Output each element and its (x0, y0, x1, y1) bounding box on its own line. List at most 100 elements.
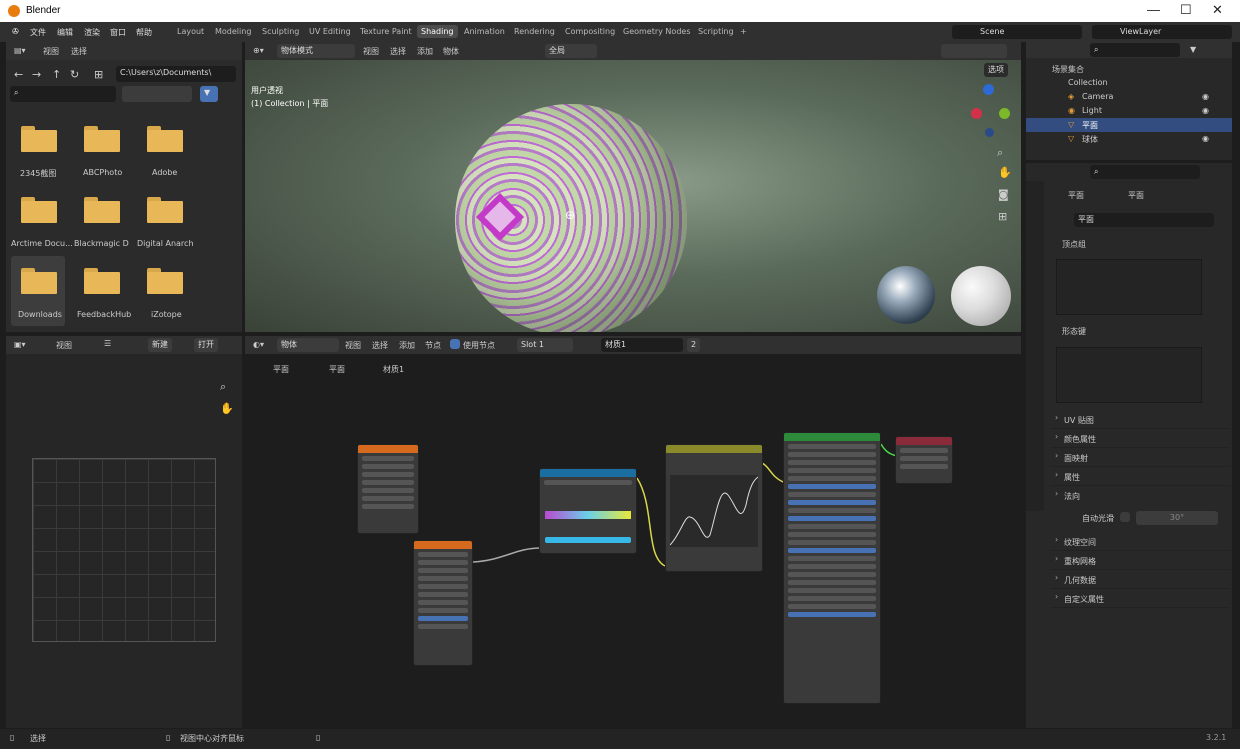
hand-pan-icon[interactable]: ✋ (220, 402, 234, 415)
rgb-curve-graph[interactable] (670, 475, 758, 547)
panel-face-maps[interactable]: 面映射 (1050, 449, 1230, 467)
menu-window[interactable]: 窗口 (110, 27, 126, 38)
vertex-groups-list[interactable] (1056, 259, 1202, 315)
gizmo-x-axis[interactable] (971, 108, 982, 119)
ortho-grid-icon[interactable]: ⊞ (998, 210, 1007, 223)
outliner-item-plane[interactable]: 平面 (1082, 120, 1098, 131)
tab-rendering[interactable]: Rendering (514, 27, 555, 36)
viewport-object-menu[interactable]: 物体 (443, 46, 459, 57)
navigation-gizmo[interactable] (961, 82, 1017, 138)
image-open-button[interactable]: 打开 (194, 338, 218, 352)
folder-icon[interactable] (21, 268, 57, 294)
panel-normals[interactable]: 法向 (1050, 487, 1230, 505)
image-view-menu[interactable]: 视图 (56, 340, 72, 351)
tab-texture-paint[interactable]: Texture Paint (360, 27, 412, 36)
panel-attributes[interactable]: 属性 (1050, 468, 1230, 486)
viewlayer-selector[interactable]: ViewLayer (1092, 25, 1232, 39)
path-field[interactable]: C:\Users\z\Documents\ (116, 66, 236, 82)
panel-remesh[interactable]: 重构网格 (1050, 552, 1230, 570)
mode-dropdown[interactable]: 物体模式 (277, 44, 355, 58)
filter-icon[interactable]: ▼ (1190, 45, 1196, 54)
tab-uv-editing[interactable]: UV Editing (309, 27, 351, 36)
scene-selector[interactable]: Scene (952, 25, 1082, 39)
transform-orientation[interactable]: 全局 (545, 44, 597, 58)
folder-icon[interactable] (84, 268, 120, 294)
panel-geometry-data[interactable]: 几何数据 (1050, 571, 1230, 589)
visibility-eye-icon[interactable]: ◉ (1202, 106, 1209, 115)
tab-layout[interactable]: Layout (177, 27, 204, 36)
folder-icon[interactable] (147, 268, 183, 294)
forward-icon[interactable]: → (32, 68, 41, 81)
tab-sculpting[interactable]: Sculpting (262, 27, 299, 36)
panel-uv-maps[interactable]: UV 贴图 (1050, 411, 1230, 429)
folder-icon[interactable] (147, 126, 183, 152)
tab-geometry-nodes[interactable]: Geometry Nodes (623, 27, 690, 36)
panel-texture-space[interactable]: 纹理空间 (1050, 533, 1230, 551)
shape-keys-header[interactable]: 形态键 (1062, 326, 1086, 337)
zoom-icon[interactable]: ⌕ (220, 380, 226, 394)
menu-hamburger-icon[interactable]: ☰ (104, 339, 111, 348)
viewport-options-button[interactable]: 选项 (984, 63, 1008, 77)
file-search-input[interactable]: ⌕ (10, 86, 116, 102)
visibility-eye-icon[interactable]: ◉ (1202, 134, 1209, 143)
editor-type-icon[interactable]: ⊕▾ (253, 46, 264, 55)
color-ramp-gradient[interactable] (545, 511, 631, 519)
tab-scripting[interactable]: Scripting (698, 27, 734, 36)
outliner-item-sphere[interactable]: 球体 (1082, 134, 1098, 145)
shape-keys-list[interactable] (1056, 347, 1202, 403)
add-workspace-icon[interactable]: + (740, 27, 747, 36)
gizmo-z-axis[interactable] (983, 84, 994, 95)
node-noise-texture[interactable] (357, 444, 419, 534)
folder-icon[interactable] (84, 126, 120, 152)
folder-icon[interactable] (147, 197, 183, 223)
scene-collection-label[interactable]: 场景集合 (1052, 64, 1084, 75)
file-select-menu[interactable]: 选择 (71, 46, 87, 57)
outliner-item-light[interactable]: Light (1082, 106, 1102, 115)
new-folder-icon[interactable]: ⊞ (94, 68, 103, 81)
node-rgb-curves[interactable] (665, 444, 763, 572)
properties-search[interactable]: ⌕ (1090, 165, 1200, 179)
shader-node-editor[interactable]: ◐▾ 物体 视图 选择 添加 节点 使用节点 Slot 1 材质1 2 平面 平… (245, 336, 1021, 728)
menu-edit[interactable]: 编辑 (57, 27, 73, 38)
menu-render[interactable]: 渲染 (84, 27, 100, 38)
editor-type-icon[interactable]: ▣▾ (14, 340, 26, 349)
3d-viewport[interactable]: ⊕▾ 物体模式 视图 选择 添加 物体 全局 选项 用户透视 (1) Colle… (245, 42, 1021, 332)
shading-buttons[interactable] (941, 44, 1007, 58)
visibility-eye-icon[interactable]: ◉ (1202, 92, 1209, 101)
menu-help[interactable]: 帮助 (136, 27, 152, 38)
panel-color-attributes[interactable]: 颜色属性 (1050, 430, 1230, 448)
tab-compositing[interactable]: Compositing (565, 27, 615, 36)
display-mode-buttons[interactable] (122, 86, 192, 102)
image-new-button[interactable]: 新建 (148, 338, 172, 352)
folder-icon[interactable] (21, 197, 57, 223)
tab-shading[interactable]: Shading (417, 25, 458, 38)
minimize-icon[interactable]: — (1147, 2, 1160, 17)
file-view-menu[interactable]: 视图 (43, 46, 59, 57)
refresh-icon[interactable]: ↻ (70, 68, 79, 81)
viewport-select-menu[interactable]: 选择 (390, 46, 406, 57)
auto-smooth-checkbox[interactable] (1120, 512, 1130, 522)
mesh-datablock-field[interactable]: 平面 (1074, 213, 1214, 227)
tab-modeling[interactable]: Modeling (215, 27, 251, 36)
folder-icon[interactable] (84, 197, 120, 223)
blender-menu-icon[interactable]: ✇ (12, 27, 19, 36)
node-color-ramp[interactable] (539, 468, 637, 554)
viewport-view-menu[interactable]: 视图 (363, 46, 379, 57)
menu-file[interactable]: 文件 (30, 27, 46, 38)
folder-icon[interactable] (21, 126, 57, 152)
vertex-groups-header[interactable]: 顶点组 (1062, 239, 1086, 250)
parent-dir-icon[interactable]: ↑ (52, 68, 61, 81)
camera-view-icon[interactable]: ◙ (998, 188, 1009, 201)
gizmo-neg-z[interactable] (985, 128, 994, 137)
outliner-item-camera[interactable]: Camera (1082, 92, 1113, 101)
viewport-add-menu[interactable]: 添加 (417, 46, 433, 57)
editor-type-icon[interactable]: ▤▾ (14, 46, 26, 55)
panel-custom-properties[interactable]: 自定义属性 (1050, 590, 1230, 608)
hand-pan-icon[interactable]: ✋ (998, 166, 1012, 179)
filter-button[interactable]: ▼ (200, 86, 218, 102)
auto-smooth-angle-field[interactable]: 30° (1136, 511, 1218, 525)
uv-grid[interactable] (32, 458, 216, 642)
gizmo-y-axis[interactable] (999, 108, 1010, 119)
maximize-icon[interactable]: ☐ (1180, 2, 1192, 18)
back-icon[interactable]: ← (14, 68, 23, 81)
